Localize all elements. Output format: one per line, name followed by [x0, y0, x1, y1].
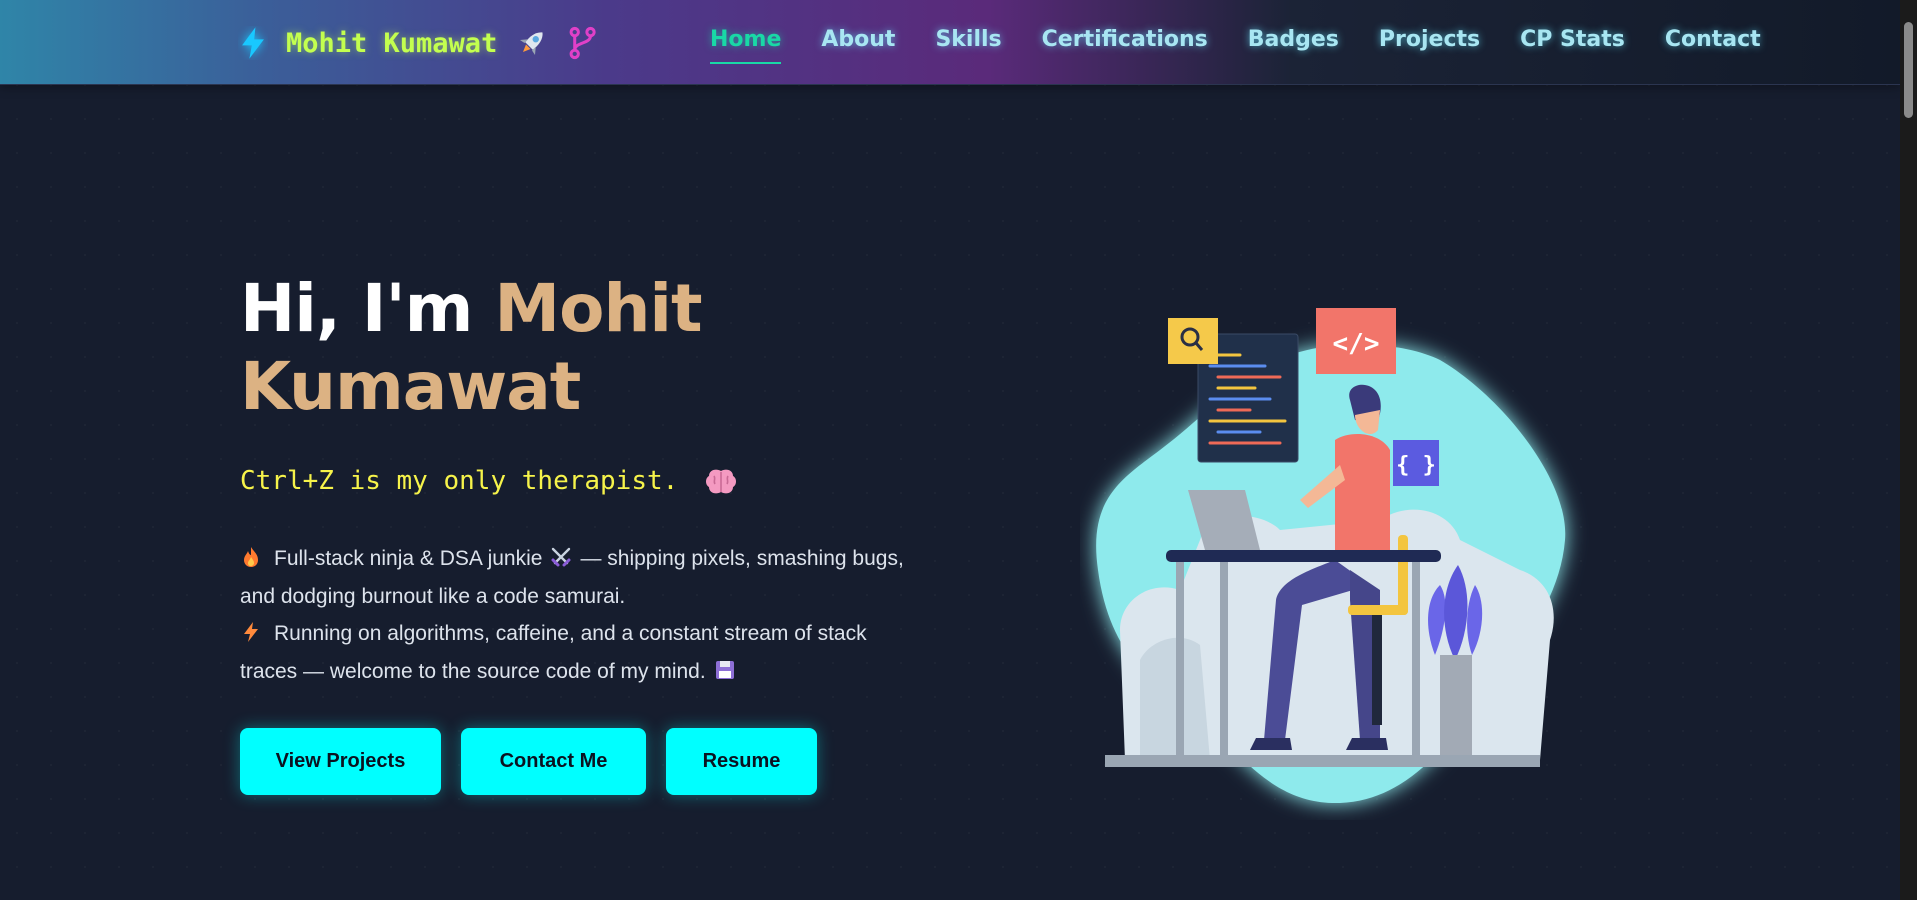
nav-badges[interactable]: Badges — [1248, 27, 1339, 52]
desk-top — [1166, 550, 1441, 562]
hero-greeting: Hi, I'm — [240, 270, 495, 347]
nav-about[interactable]: About — [821, 27, 895, 52]
bio-line1: Full-stack ninja & DSA junkie — [274, 547, 543, 570]
rocket-icon — [520, 32, 543, 56]
nav-links: Home About Skills Certifications Badges … — [710, 27, 1801, 64]
nav-cp-stats[interactable]: CP Stats — [1520, 27, 1625, 52]
view-projects-button[interactable]: View Projects — [240, 728, 441, 795]
contact-me-button[interactable]: Contact Me — [461, 728, 646, 795]
lightning-icon — [244, 622, 258, 642]
scrollbar-thumb[interactable] — [1904, 22, 1913, 118]
hero-tagline: Ctrl+Z is my only therapist. — [240, 466, 738, 497]
code-tag-icon: </> — [1333, 329, 1380, 359]
resume-button[interactable]: Resume — [666, 728, 817, 795]
braces-icon: { } — [1396, 453, 1436, 478]
lightning-icon — [242, 27, 264, 59]
swords-icon — [551, 547, 571, 567]
hero-title: Hi, I'm Mohit Kumawat — [240, 270, 840, 426]
navbar: Mohit Kumawat Home About Skills Certific… — [0, 0, 1900, 85]
nav-skills[interactable]: Skills — [935, 27, 1001, 52]
brain-icon — [705, 469, 736, 493]
nav-home[interactable]: Home — [710, 27, 782, 64]
tagline-text: Ctrl+Z is my only therapist. — [240, 466, 679, 496]
brand[interactable]: Mohit Kumawat — [238, 22, 597, 64]
hero-buttons: View Projects Contact Me Resume — [240, 728, 837, 795]
floppy-disk-icon — [715, 660, 734, 679]
floor-line — [1105, 755, 1540, 767]
chair-back — [1398, 535, 1408, 615]
search-card — [1168, 318, 1218, 364]
nav-projects[interactable]: Projects — [1379, 27, 1480, 52]
bio-line2: Running on algorithms, caffeine, and a c… — [240, 622, 867, 683]
illustration-couch-shade — [1140, 637, 1210, 760]
git-branch-icon — [569, 26, 596, 60]
nav-certifications[interactable]: Certifications — [1042, 27, 1208, 52]
page-scrollbar[interactable] — [1900, 0, 1917, 900]
chair-pole — [1372, 615, 1382, 725]
developer-illustration: </> { } — [1096, 308, 1566, 804]
nav-contact[interactable]: Contact — [1665, 27, 1761, 52]
hero-bio: Full-stack ninja & DSA junkie — shipping… — [240, 540, 920, 690]
fire-icon — [244, 547, 258, 567]
brand-name: Mohit Kumawat — [286, 27, 498, 59]
